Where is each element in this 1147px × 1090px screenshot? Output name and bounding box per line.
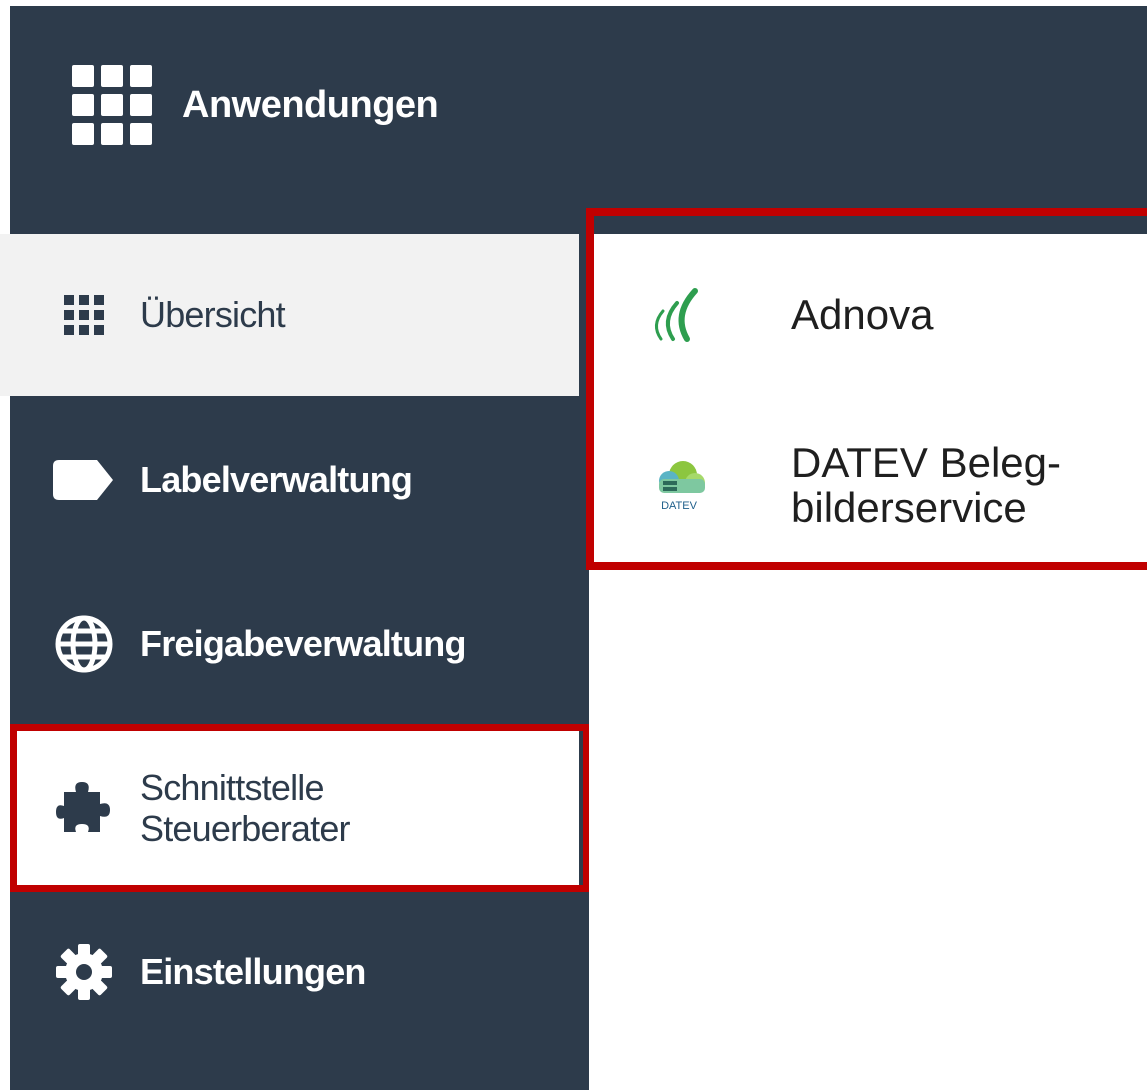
sidebar-item-sharing[interactable]: Freigabeverwaltung xyxy=(0,564,579,724)
grid-icon xyxy=(52,283,116,347)
sidebar-item-label: Schnittstelle Steuerberater xyxy=(140,766,351,849)
gear-icon xyxy=(52,940,116,1004)
datev-logo-text: DATEV xyxy=(661,500,698,512)
sidebar-item-label: Freigabeverwaltung xyxy=(140,623,466,665)
grid-icon xyxy=(72,59,164,151)
sidebar-item-labels[interactable]: Labelverwaltung xyxy=(0,400,579,560)
puzzle-icon xyxy=(52,776,116,840)
sidebar-item-label: Übersicht xyxy=(140,294,286,336)
sidebar-item-overview[interactable]: Übersicht xyxy=(0,234,579,396)
app-name: DATEV Beleg-bilderservice xyxy=(791,438,1061,531)
app-entry-adnova[interactable]: Adnova xyxy=(589,240,1147,390)
sidebar-item-label: Labelverwaltung xyxy=(140,459,413,501)
datev-cloud-logo: DATEV xyxy=(639,445,719,525)
applications-label: Anwendungen xyxy=(182,83,439,126)
sidebar-item-tax-advisor-interface[interactable]: Schnittstelle Steuerberater xyxy=(0,730,579,886)
sidebar-item-settings[interactable]: Einstellungen xyxy=(0,892,579,1052)
app-entry-datev[interactable]: DATEV DATEV Beleg-bilderservice xyxy=(589,400,1147,570)
app-name: Adnova xyxy=(791,291,934,339)
globe-icon xyxy=(52,612,116,676)
applications-button[interactable]: Anwendungen xyxy=(72,59,439,151)
sidebar-item-label: Einstellungen xyxy=(140,951,366,993)
adnova-logo xyxy=(639,275,719,355)
label-icon xyxy=(52,448,116,512)
